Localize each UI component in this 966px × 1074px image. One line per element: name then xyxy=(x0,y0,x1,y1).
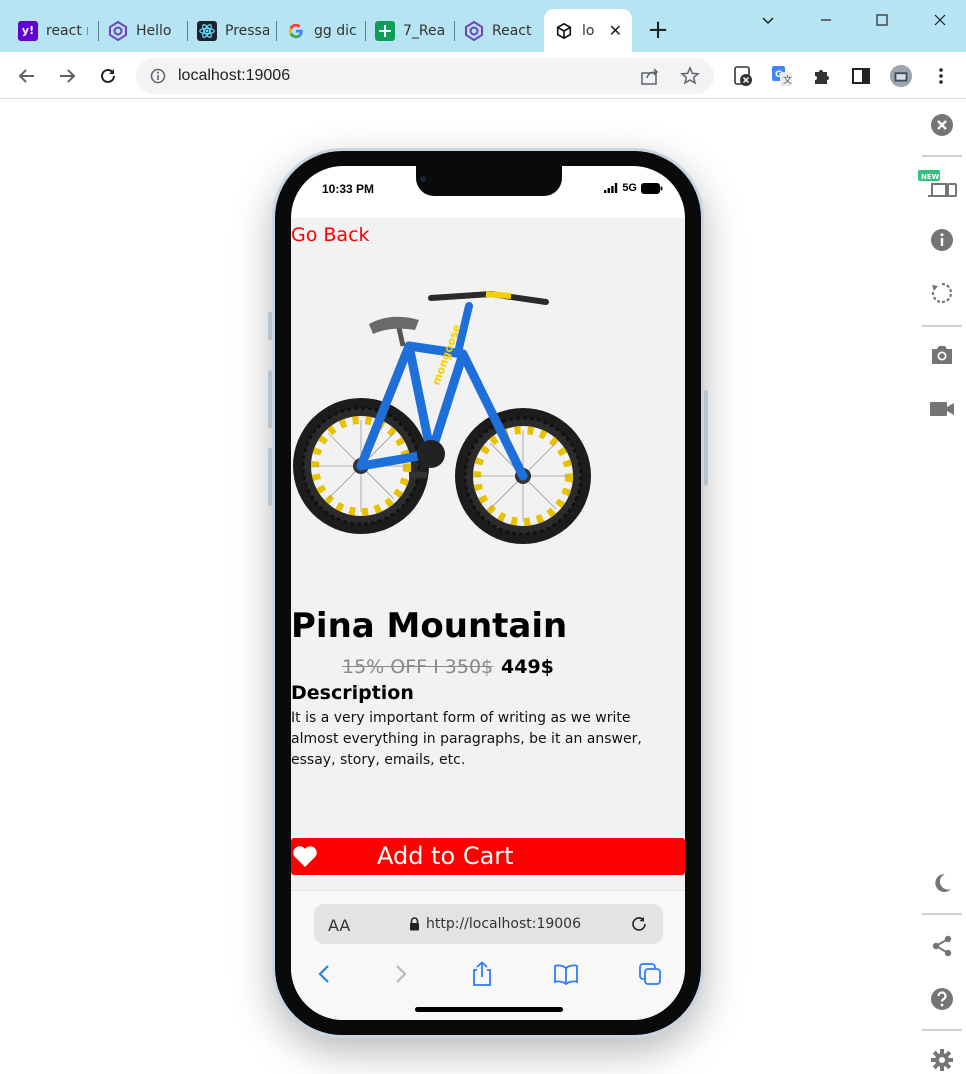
tab-label: Pressa xyxy=(225,22,269,39)
tab-6[interactable]: React xyxy=(464,9,536,52)
tab-search-icon[interactable] xyxy=(756,8,780,32)
front-camera xyxy=(420,176,426,182)
power-button xyxy=(704,390,708,486)
safari-bottom-bar: AA http://localhost:19006 xyxy=(291,890,685,1020)
current-price: 449$ xyxy=(501,656,554,678)
cube-icon xyxy=(554,21,574,41)
maximize-button[interactable] xyxy=(870,8,894,32)
tab-label: gg dic xyxy=(314,22,357,39)
tab-2[interactable]: Hello xyxy=(108,9,180,52)
app-content: Go Back mongoose Pina Mountain 15% OFF I… xyxy=(291,218,685,890)
safari-back-icon[interactable] xyxy=(309,961,339,987)
old-price: 15% OFF I 350$ xyxy=(342,656,494,678)
devices-icon[interactable]: NEW xyxy=(918,170,958,198)
status-time: 10:33 PM xyxy=(322,182,375,196)
safari-address-bar[interactable]: AA http://localhost:19006 xyxy=(314,904,663,944)
network-label: 5G xyxy=(622,182,637,194)
tab-3[interactable]: Pressa xyxy=(197,9,269,52)
safari-url: http://localhost:19006 xyxy=(426,916,581,932)
tab-5[interactable]: 7_Rea xyxy=(375,9,447,52)
tab-1[interactable]: y! react r xyxy=(18,9,88,52)
rotate-icon[interactable] xyxy=(928,279,956,307)
bookmark-star-icon[interactable] xyxy=(680,66,700,90)
text-size-button[interactable]: AA xyxy=(328,916,350,935)
forward-arrow-icon[interactable] xyxy=(55,64,79,88)
reload-icon[interactable] xyxy=(96,64,120,88)
camera-icon[interactable] xyxy=(928,341,956,369)
heart-icon[interactable] xyxy=(292,845,318,868)
tab-label: 7_Rea xyxy=(403,22,446,39)
video-camera-icon[interactable] xyxy=(928,395,956,423)
tab-active[interactable]: lo ✕ xyxy=(544,9,632,52)
blazor-icon xyxy=(108,20,128,41)
react-icon xyxy=(197,20,217,41)
tab-label: lo xyxy=(582,22,595,39)
tab-label: react r xyxy=(46,22,88,39)
new-badge: NEW xyxy=(921,173,940,181)
more-menu-icon[interactable] xyxy=(929,64,953,88)
tab-4[interactable]: gg dic xyxy=(286,9,358,52)
safari-tabs-icon[interactable] xyxy=(635,961,665,987)
address-bar[interactable]: localhost:19006 xyxy=(136,58,714,94)
close-tab-icon[interactable]: ✕ xyxy=(609,21,622,40)
share-nodes-icon[interactable] xyxy=(928,932,956,960)
safari-forward-icon[interactable] xyxy=(386,961,416,987)
address-text: localhost:19006 xyxy=(178,67,291,84)
product-title: Pina Mountain xyxy=(291,606,568,646)
lock-icon xyxy=(410,917,419,931)
puzzle-icon[interactable] xyxy=(810,64,834,88)
info-circle-icon[interactable] xyxy=(928,226,956,254)
notch xyxy=(416,166,562,196)
google-icon xyxy=(286,21,306,41)
volume-up-button xyxy=(268,370,272,428)
close-circle-icon[interactable] xyxy=(928,111,956,139)
phone-screen: 10:33 PM 5G Go Back mongoose Pina Mounta… xyxy=(291,166,685,1020)
avatar[interactable] xyxy=(889,64,913,88)
side-panel-icon[interactable] xyxy=(849,64,873,88)
info-icon[interactable] xyxy=(150,68,166,88)
svg-text:文: 文 xyxy=(783,74,792,86)
new-tab-button[interactable]: + xyxy=(646,15,670,45)
safari-bookmarks-icon[interactable] xyxy=(551,961,581,987)
close-window-button[interactable] xyxy=(928,8,952,32)
reload-icon[interactable] xyxy=(630,915,648,933)
tab-label: React xyxy=(492,22,532,39)
add-to-cart-button[interactable]: Add to Cart xyxy=(291,838,685,875)
description-heading: Description xyxy=(291,682,414,704)
status-indicators: 5G xyxy=(604,182,663,194)
browser-toolbar: localhost:19006 G文 xyxy=(0,52,966,99)
bike-product-image: mongoose xyxy=(293,290,591,544)
mute-switch xyxy=(268,312,272,340)
moon-icon[interactable] xyxy=(928,869,956,897)
tab-strip: y! react r Hello Pressa gg dic 7_Rea Rea… xyxy=(0,0,966,52)
blazor-icon xyxy=(464,20,484,41)
share-icon[interactable] xyxy=(640,67,660,89)
google-translate-icon[interactable]: G文 xyxy=(770,64,794,88)
tab-label: Hello xyxy=(136,22,172,39)
add-to-cart-label: Add to Cart xyxy=(377,842,514,870)
extension-icon[interactable] xyxy=(731,64,755,88)
home-indicator xyxy=(415,1007,563,1012)
safari-share-icon[interactable] xyxy=(467,961,497,987)
go-back-link[interactable]: Go Back xyxy=(291,224,370,246)
back-arrow-icon[interactable] xyxy=(15,64,39,88)
signal-icon xyxy=(604,183,618,193)
description-text: It is a very important form of writing a… xyxy=(291,710,642,768)
volume-down-button xyxy=(268,448,272,506)
battery-icon xyxy=(641,182,663,194)
sheets-icon xyxy=(375,20,395,41)
minimize-button[interactable] xyxy=(814,8,838,32)
help-icon[interactable] xyxy=(928,985,956,1013)
yahoo-icon: y! xyxy=(18,20,38,41)
